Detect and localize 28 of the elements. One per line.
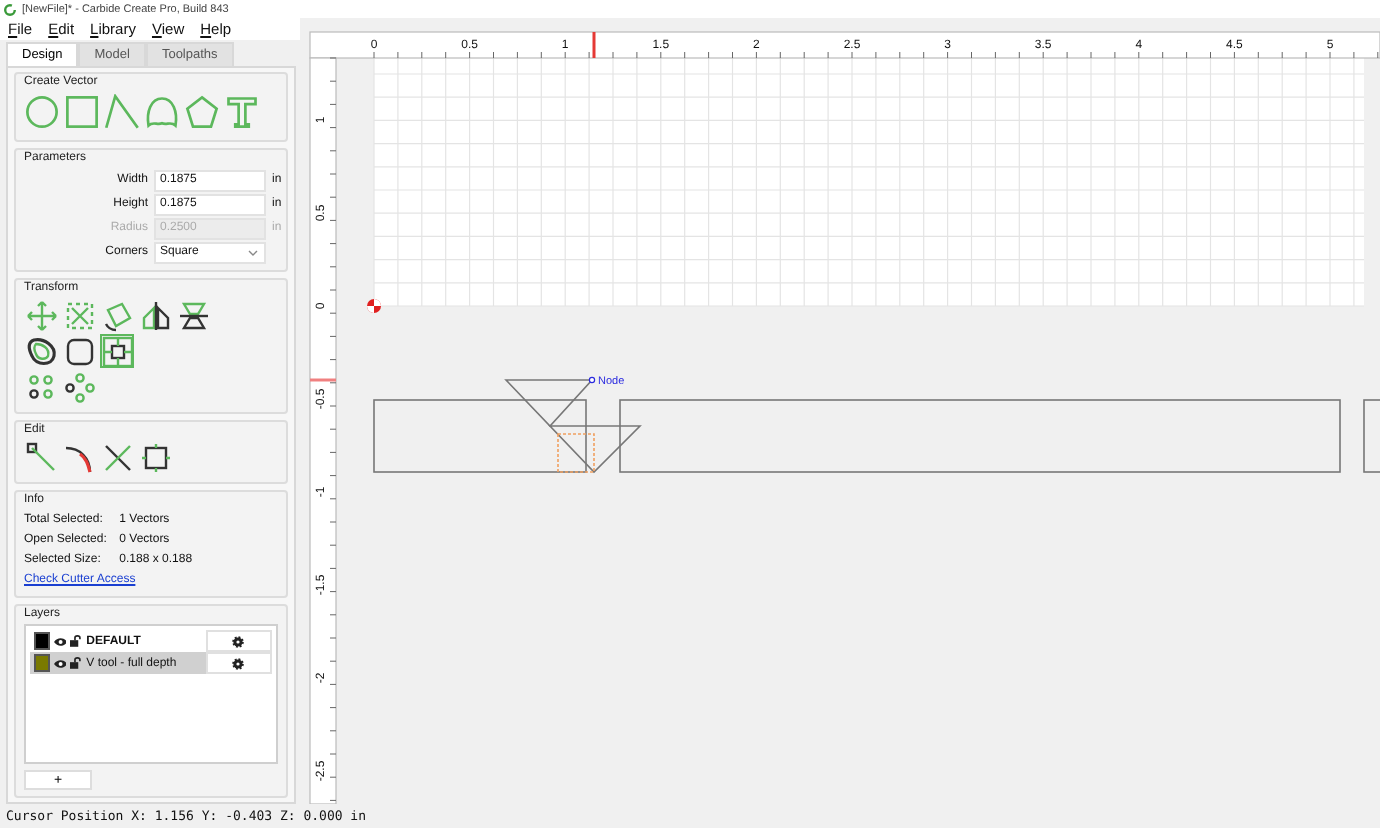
triangle-shape	[548, 425, 642, 474]
offset-icon[interactable]	[24, 334, 58, 368]
layer-settings-button[interactable]	[205, 652, 272, 674]
circular-array-icon[interactable]	[62, 370, 96, 404]
eye-icon[interactable]	[53, 657, 67, 669]
flip-icon[interactable]	[176, 298, 210, 332]
node-point[interactable]	[588, 376, 596, 384]
trim-icon[interactable]	[100, 440, 134, 474]
align-icon[interactable]	[100, 334, 134, 368]
app-icon	[4, 3, 16, 15]
rotate-icon[interactable]	[100, 298, 134, 332]
eye-icon[interactable]	[53, 635, 67, 647]
caret-icon	[248, 249, 258, 255]
cursor-marker	[592, 32, 596, 58]
origin-marker-icon	[367, 299, 381, 313]
node-edit-icon[interactable]	[24, 440, 58, 474]
selection-square	[557, 433, 595, 473]
mirror-icon[interactable]	[138, 298, 172, 332]
layer-settings-button[interactable]	[205, 630, 272, 652]
unlocked-lock-icon[interactable]	[70, 634, 83, 648]
boundary-icon[interactable]	[138, 440, 172, 474]
rounded-square-icon[interactable]	[62, 334, 96, 368]
triangle-shape	[504, 379, 594, 428]
unlocked-lock-icon[interactable]	[70, 656, 83, 670]
color-swatch[interactable]	[34, 632, 50, 650]
cursor-marker	[310, 378, 336, 382]
color-swatch[interactable]	[34, 654, 50, 672]
grid-array-icon[interactable]	[24, 370, 58, 404]
